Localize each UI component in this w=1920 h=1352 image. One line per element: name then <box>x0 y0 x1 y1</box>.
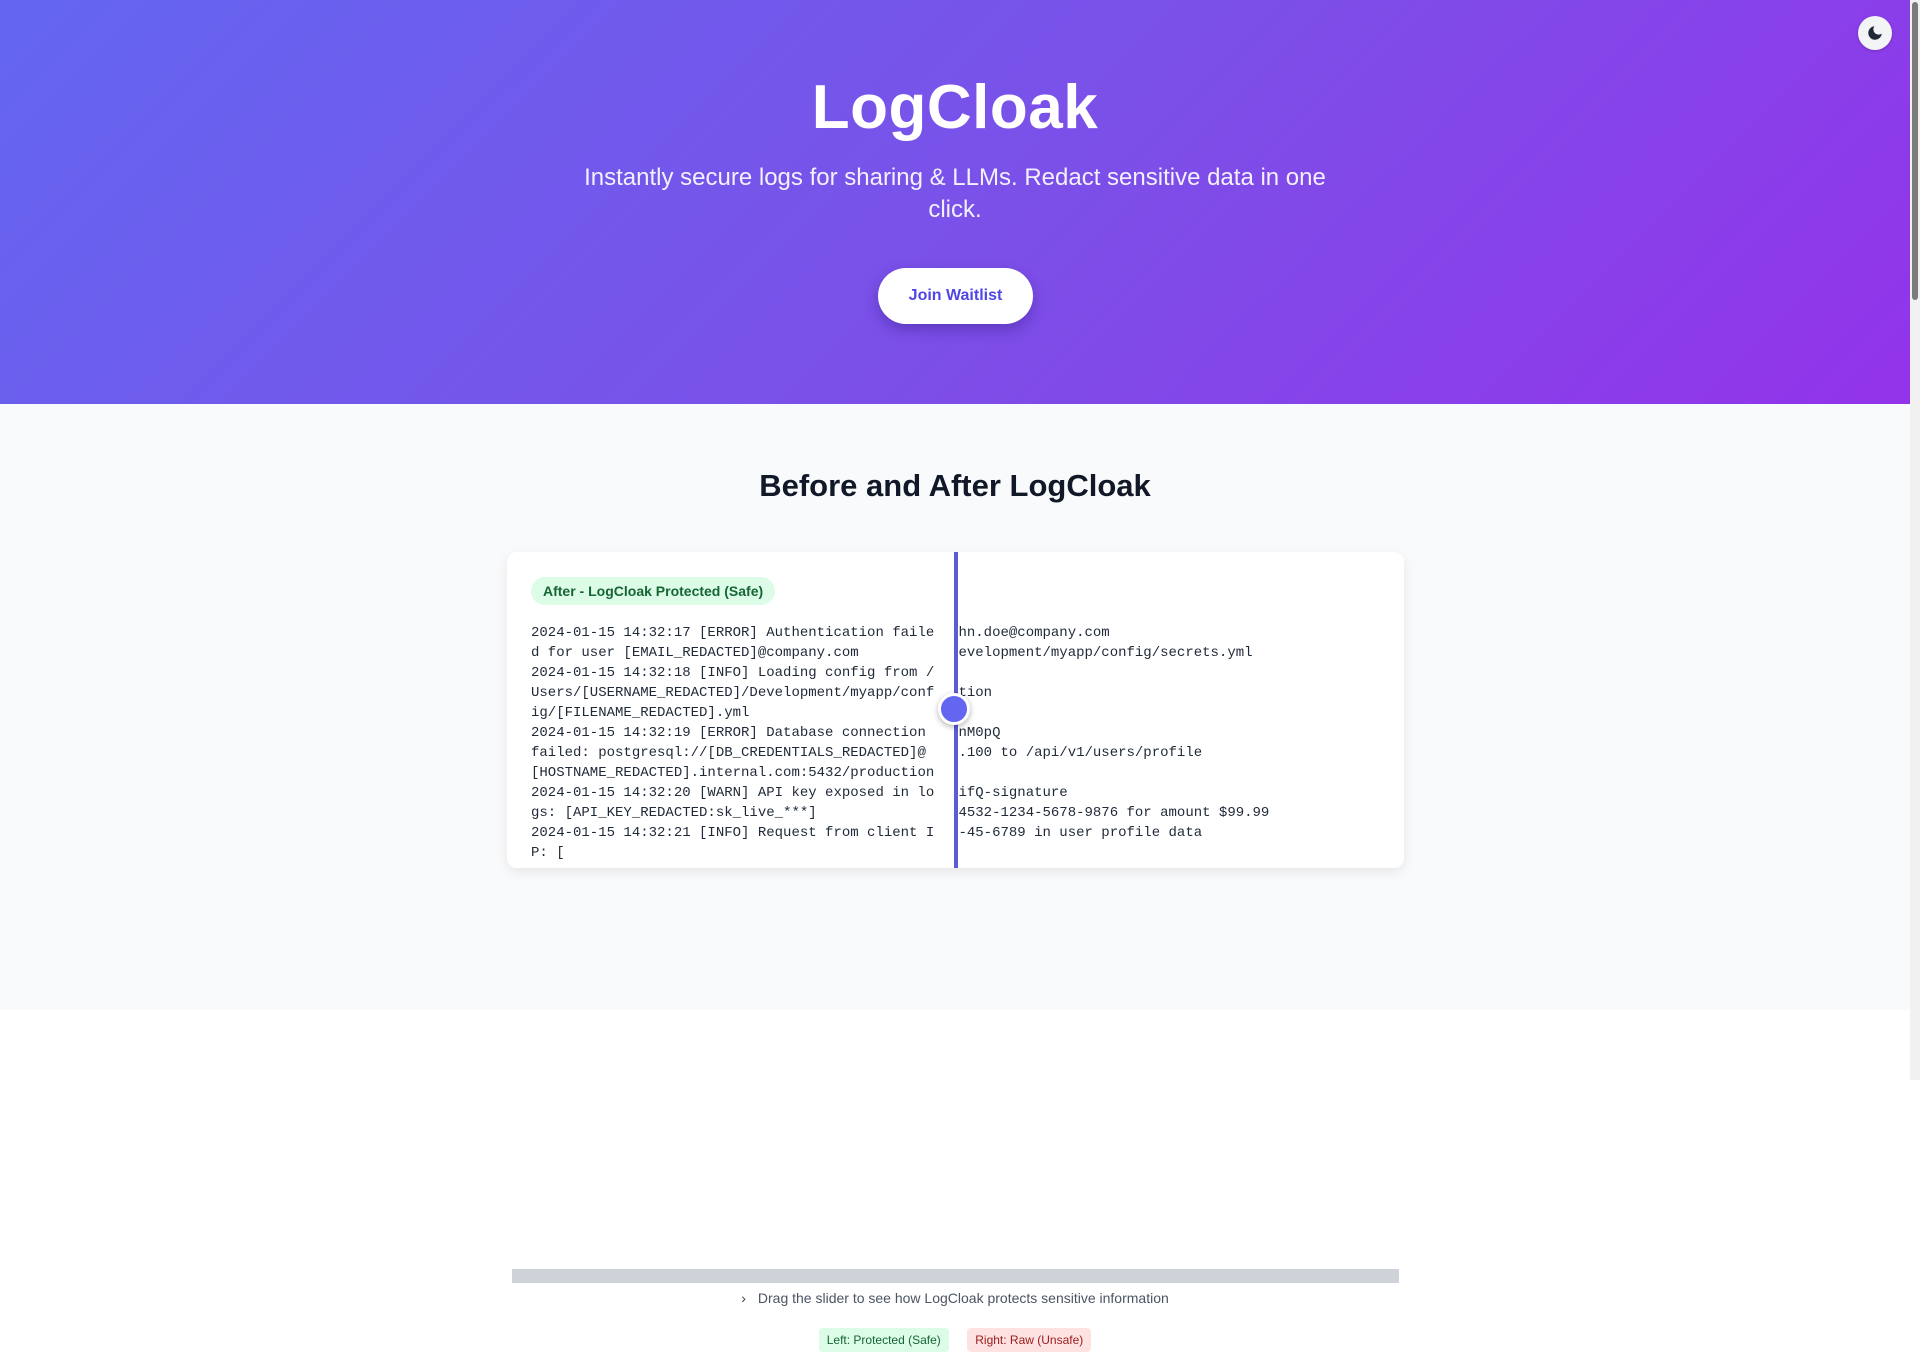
moon-icon <box>1868 26 1882 40</box>
comparison-heading: Before and After LogCloak <box>759 468 1151 503</box>
legend-raw: Right: Raw (Unsafe) <box>967 1328 1092 1352</box>
comparison-section: Before and After LogCloak After - LogClo… <box>0 404 1910 1352</box>
before-pane: user john.doe@company.com /alex/Developm… <box>955 552 1404 868</box>
theme-toggle-button[interactable] <box>1858 16 1892 50</box>
legend-protected: Left: Protected (Safe) <box>818 1328 949 1352</box>
comparison-legend: Left: Protected (Safe) Right: Raw (Unsaf… <box>0 1328 1910 1352</box>
after-pane: After - LogCloak Protected (Safe) 2024-0… <box>507 552 955 868</box>
slider-hint: › Drag the slider to see how LogCloak pro… <box>0 1290 1910 1306</box>
horizontal-scrollbar[interactable] <box>512 1269 1399 1283</box>
raw-log-text: user john.doe@company.com /alex/Developm… <box>955 625 1270 841</box>
slider-handle[interactable] <box>938 693 970 725</box>
hero-section: LogCloak Instantly secure logs for shari… <box>0 0 1910 404</box>
join-waitlist-button[interactable]: Join Waitlist <box>878 268 1033 324</box>
chevron-right-icon: › <box>741 1290 746 1306</box>
slider-hint-text: Drag the slider to see how LogCloak prot… <box>757 1290 1169 1306</box>
app-title: LogCloak <box>811 73 1099 142</box>
protected-log-text: 2024-01-15 14:32:17 [ERROR] Authenticati… <box>531 625 935 861</box>
before-after-comparison[interactable]: After - LogCloak Protected (Safe) 2024-0… <box>507 552 1404 868</box>
hero-subtitle: Instantly secure logs for sharing & LLMs… <box>584 164 1326 223</box>
page-scrollbar-thumb[interactable] <box>1912 2 1918 300</box>
after-badge: After - LogCloak Protected (Safe) <box>531 577 776 605</box>
